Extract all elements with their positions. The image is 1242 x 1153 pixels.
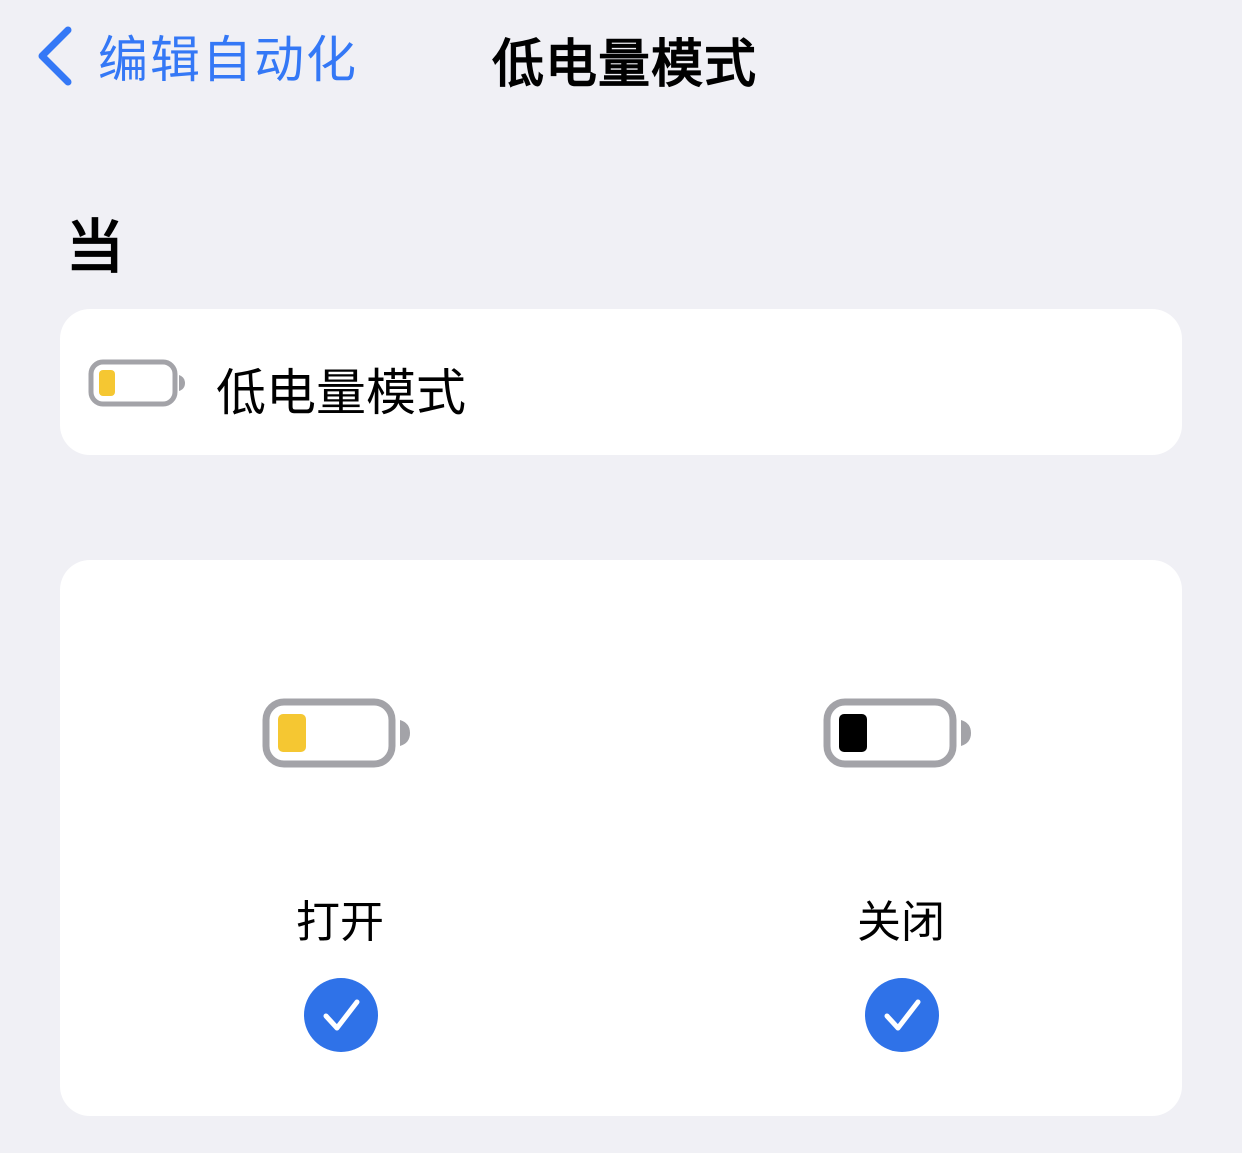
chevron-left-icon — [38, 26, 72, 86]
option-label-off: 关闭 — [857, 897, 945, 948]
checkmark-circle-icon[interactable] — [865, 978, 939, 1052]
battery-low-yellow-icon — [262, 698, 410, 768]
back-button[interactable]: 编辑自动化 — [36, 20, 358, 92]
trigger-label: 低电量模式 — [216, 364, 466, 422]
option-label-on: 打开 — [296, 897, 384, 948]
checkmark-circle-icon[interactable] — [304, 978, 378, 1052]
option-turn-on[interactable]: 打开 — [190, 560, 490, 1116]
page-title: 低电量模式 — [492, 35, 758, 95]
checkmark-icon — [884, 999, 921, 1031]
back-button-label: 编辑自动化 — [98, 31, 358, 89]
trigger-card[interactable]: 低电量模式 — [60, 309, 1182, 455]
section-header: 当 — [66, 213, 125, 281]
checkmark-icon — [323, 999, 360, 1031]
options-card: 打开 关闭 — [60, 560, 1182, 1116]
option-turn-off[interactable]: 关闭 — [751, 560, 1051, 1116]
battery-low-icon — [88, 359, 185, 407]
navigation-bar: 编辑自动化 低电量模式 — [0, 0, 1242, 112]
battery-low-black-icon — [823, 698, 971, 768]
